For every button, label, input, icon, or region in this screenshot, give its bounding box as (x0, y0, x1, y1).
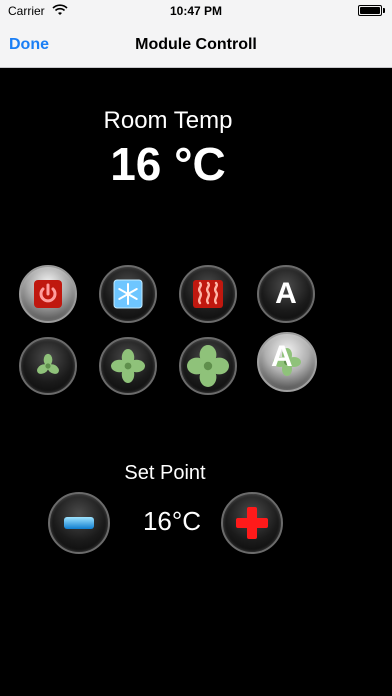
minus-icon (64, 517, 94, 529)
decrease-button[interactable] (48, 492, 110, 554)
snowflake-icon (113, 279, 143, 309)
power-icon (34, 280, 62, 308)
cool-mode-button[interactable] (99, 265, 157, 323)
fan-auto-button[interactable]: A (257, 332, 317, 392)
power-button[interactable] (19, 265, 77, 323)
auto-mode-button[interactable]: A (257, 265, 315, 323)
status-time: 10:47 PM (169, 4, 223, 18)
plus-icon (236, 507, 268, 539)
battery-tip (383, 8, 385, 13)
set-point-label: Set Point (124, 462, 206, 484)
fan-mid-button[interactable] (99, 337, 157, 395)
set-point-value: 16°C (142, 506, 202, 536)
navigation-bar: Done Module Controll (0, 22, 392, 68)
heat-mode-button[interactable] (179, 265, 237, 323)
fan-mid-icon (111, 349, 145, 383)
status-bar: Carrier 10:47 PM (0, 0, 392, 22)
top-bar: Carrier 10:47 PM Done Module Controll (0, 0, 392, 68)
fan-high-button[interactable] (179, 337, 237, 395)
fan-high-icon (187, 345, 229, 387)
fan-low-button[interactable] (19, 337, 77, 395)
increase-button[interactable] (221, 492, 283, 554)
battery-icon (358, 5, 382, 16)
room-temp-value: 16 °C (110, 138, 226, 190)
nav-title: Module Controll (135, 36, 257, 53)
heater-icon (193, 280, 223, 308)
fan-low-icon (37, 353, 59, 374)
auto-mode-label: A (275, 277, 297, 310)
fan-auto-label: A (271, 340, 293, 373)
room-temp-label: Room Temp (103, 107, 233, 134)
